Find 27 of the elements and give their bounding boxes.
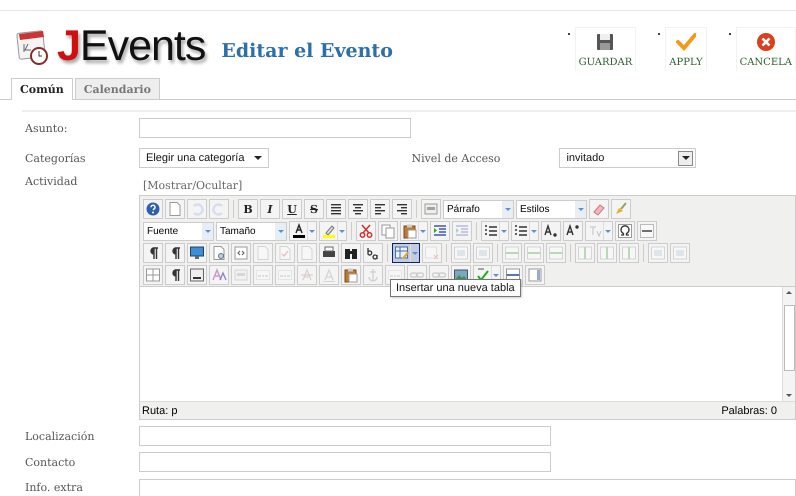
toolbar-dropdown[interactable]: Fuente — [143, 222, 214, 240]
field-label: Asunto: — [24, 122, 69, 134]
field-label: Actividad — [24, 175, 78, 188]
path-text: Ruta: p — [142, 404, 178, 416]
field-label: Categorías — [24, 152, 87, 164]
field-label: Nivel de Acceso — [411, 152, 502, 164]
field-label: Info. extra — [24, 481, 84, 494]
access-dropdown[interactable]: invitado — [559, 148, 696, 168]
format-button[interactable]: B — [238, 199, 258, 219]
toolbar-dropdown[interactable]: Tamaño — [216, 222, 287, 240]
save-button[interactable]: GUARDAR — [574, 27, 636, 71]
format-button[interactable]: I — [260, 199, 280, 219]
apply-button[interactable]: APPLY — [665, 27, 707, 71]
word-count: Palabras: 0 — [721, 404, 777, 416]
tab[interactable]: Calendario — [74, 78, 160, 99]
field-label: Localización — [24, 430, 96, 442]
page-title: Editar el Evento — [221, 40, 393, 62]
field-label: Contacto — [24, 456, 76, 468]
toggle-link[interactable]: [Mostrar/Ocultar] — [143, 179, 242, 192]
tab[interactable]: Común — [11, 78, 73, 100]
format-button[interactable]: S — [304, 199, 324, 219]
category-dropdown[interactable]: Elegir una categoría — [139, 148, 270, 168]
cancel-button[interactable]: CANCELA — [736, 27, 796, 71]
toolbar-dropdown[interactable]: Párrafo — [443, 200, 514, 218]
format-button[interactable]: U — [282, 199, 302, 219]
toolbar-dropdown[interactable]: Estilos — [516, 200, 587, 218]
logo-text: JEvents — [57, 23, 206, 69]
